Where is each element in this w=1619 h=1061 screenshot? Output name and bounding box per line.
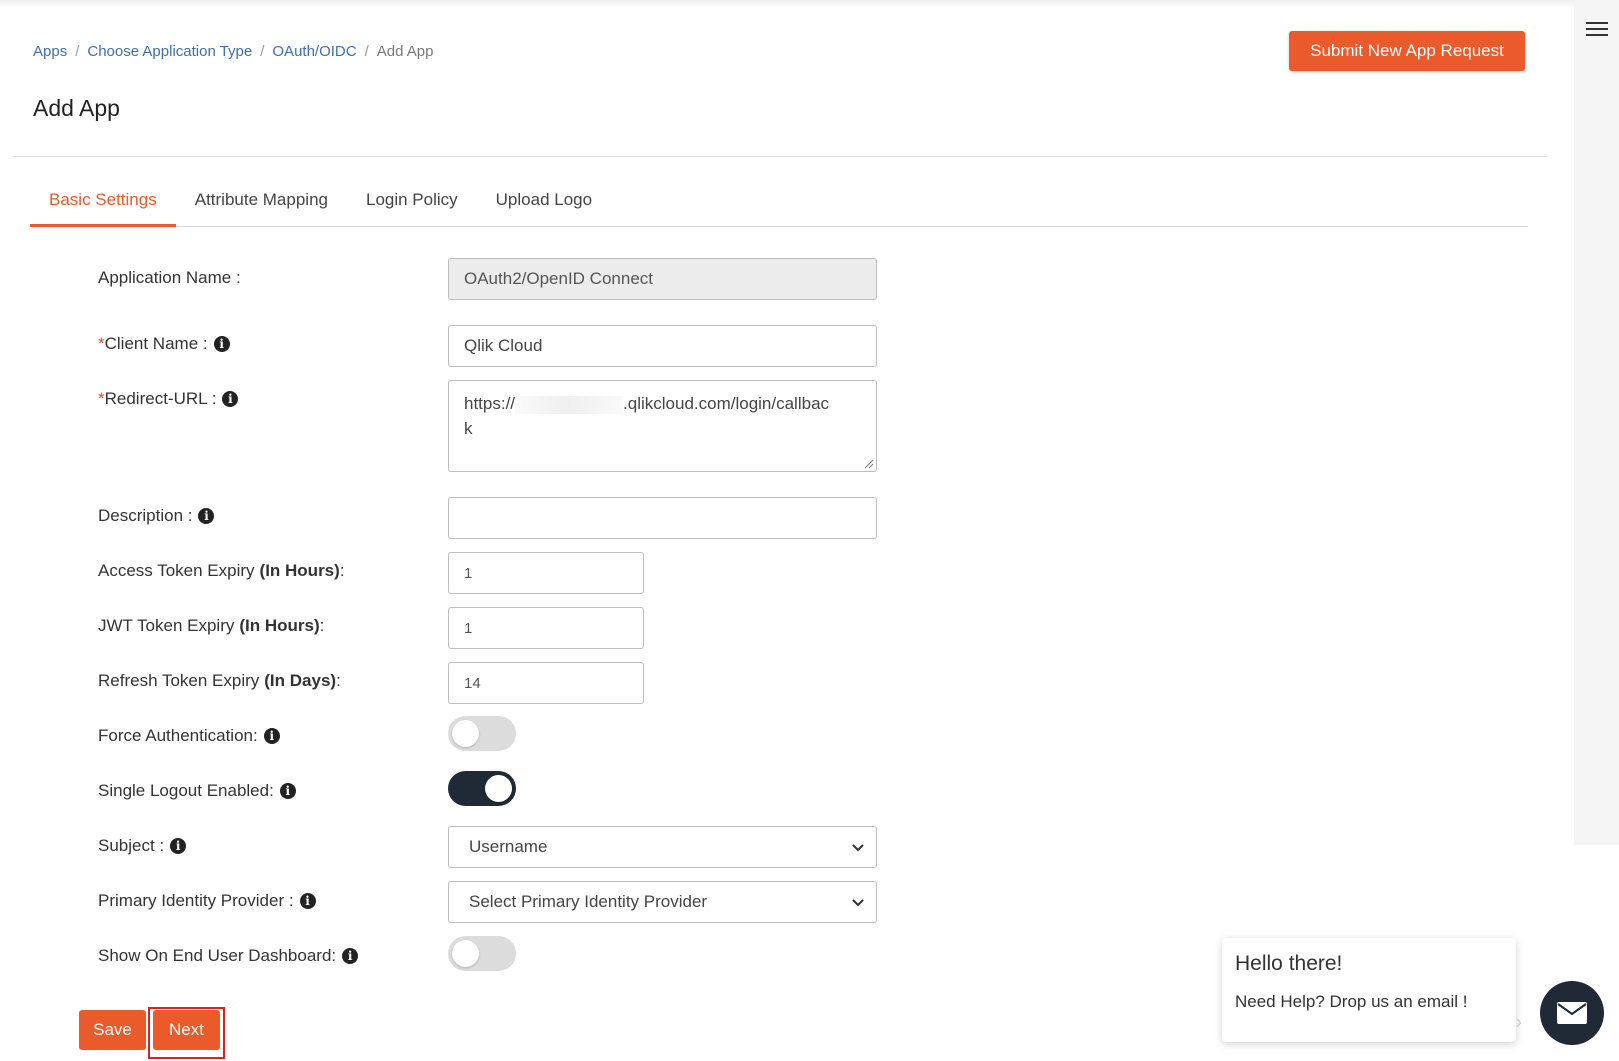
primary-identity-provider-label: Primary Identity Provider : i: [98, 891, 316, 911]
settings-tabs: Basic Settings Attribute Mapping Login P…: [30, 178, 1528, 227]
toggle-knob: [485, 775, 512, 802]
chevron-down-icon: [852, 844, 864, 852]
next-button[interactable]: Next: [153, 1010, 220, 1050]
application-name-field[interactable]: [448, 258, 877, 300]
breadcrumb-separator: /: [260, 43, 265, 60]
tab-upload-logo[interactable]: Upload Logo: [477, 178, 611, 227]
redacted-subdomain: [515, 395, 624, 414]
refresh-token-expiry-input[interactable]: [448, 662, 644, 704]
header-divider: [12, 156, 1547, 157]
page-title: Add App: [33, 95, 120, 121]
tab-basic-settings[interactable]: Basic Settings: [30, 178, 176, 227]
subject-label: Subject : i: [98, 836, 187, 856]
tab-attribute-mapping[interactable]: Attribute Mapping: [176, 178, 347, 227]
redirect-url-label: * Redirect-URL : i: [98, 389, 239, 409]
save-button[interactable]: Save: [79, 1010, 146, 1050]
chat-message: Need Help? Drop us an email !: [1235, 992, 1468, 1011]
client-name-label: * Client Name : i: [98, 334, 230, 354]
hamburger-menu-icon[interactable]: [1586, 22, 1608, 40]
refresh-token-expiry-label: Refresh Token Expiry (In Days):: [98, 671, 341, 690]
client-name-field[interactable]: [448, 325, 877, 367]
breadcrumb-choose-application-type[interactable]: Choose Application Type: [87, 43, 252, 60]
show-on-dashboard-label: Show On End User Dashboard: i: [98, 946, 359, 966]
force-authentication-label: Force Authentication: i: [98, 726, 280, 746]
subject-select[interactable]: Username: [448, 826, 877, 868]
jwt-token-expiry-input[interactable]: [448, 607, 644, 649]
required-mark: *: [98, 389, 105, 408]
breadcrumb: Apps / Choose Application Type / OAuth/O…: [33, 43, 433, 60]
description-field[interactable]: [448, 497, 877, 539]
description-label: Description : i: [98, 506, 215, 526]
info-icon[interactable]: i: [222, 391, 239, 407]
chat-arrow-icon: ›: [1516, 1012, 1522, 1032]
info-icon[interactable]: i: [170, 838, 187, 854]
info-icon[interactable]: i: [279, 783, 296, 799]
chevron-down-icon: [852, 899, 864, 907]
chat-greeting: Hello there!: [1235, 952, 1343, 975]
info-icon[interactable]: i: [299, 893, 316, 909]
mail-button[interactable]: [1540, 981, 1604, 1045]
access-token-expiry-label: Access Token Expiry (In Hours):: [98, 561, 345, 580]
single-logout-toggle[interactable]: [448, 771, 516, 806]
info-icon[interactable]: i: [198, 508, 215, 524]
info-icon[interactable]: i: [213, 336, 230, 352]
access-token-expiry-input[interactable]: [448, 552, 644, 594]
top-shadow: [0, 0, 1574, 8]
primary-identity-provider-select[interactable]: Select Primary Identity Provider: [448, 881, 877, 923]
breadcrumb-apps[interactable]: Apps: [33, 43, 67, 60]
info-icon[interactable]: i: [263, 728, 280, 744]
redirect-url-field[interactable]: https://.qlikcloud.com/login/callbac k: [448, 380, 877, 472]
submit-new-app-request-button[interactable]: Submit New App Request: [1289, 31, 1525, 71]
breadcrumb-separator: /: [75, 43, 80, 60]
breadcrumb-current: Add App: [376, 43, 434, 60]
breadcrumb-separator: /: [364, 43, 369, 60]
resize-handle-icon[interactable]: [864, 459, 874, 469]
show-on-dashboard-toggle[interactable]: [448, 936, 516, 971]
toggle-knob: [452, 720, 479, 747]
toggle-knob: [452, 940, 479, 967]
jwt-token-expiry-label: JWT Token Expiry (In Hours):: [98, 616, 325, 635]
tab-login-policy[interactable]: Login Policy: [347, 178, 477, 227]
breadcrumb-oauth-oidc[interactable]: OAuth/OIDC: [272, 43, 356, 60]
right-sidebar: [1574, 0, 1619, 845]
required-mark: *: [98, 334, 105, 353]
chat-bubble[interactable]: Hello there! Need Help? Drop us an email…: [1222, 938, 1516, 1042]
info-icon[interactable]: i: [342, 948, 359, 964]
single-logout-label: Single Logout Enabled: i: [98, 781, 296, 801]
application-name-label: Application Name :: [98, 268, 241, 287]
mail-icon: [1557, 1002, 1587, 1024]
force-authentication-toggle[interactable]: [448, 716, 516, 751]
